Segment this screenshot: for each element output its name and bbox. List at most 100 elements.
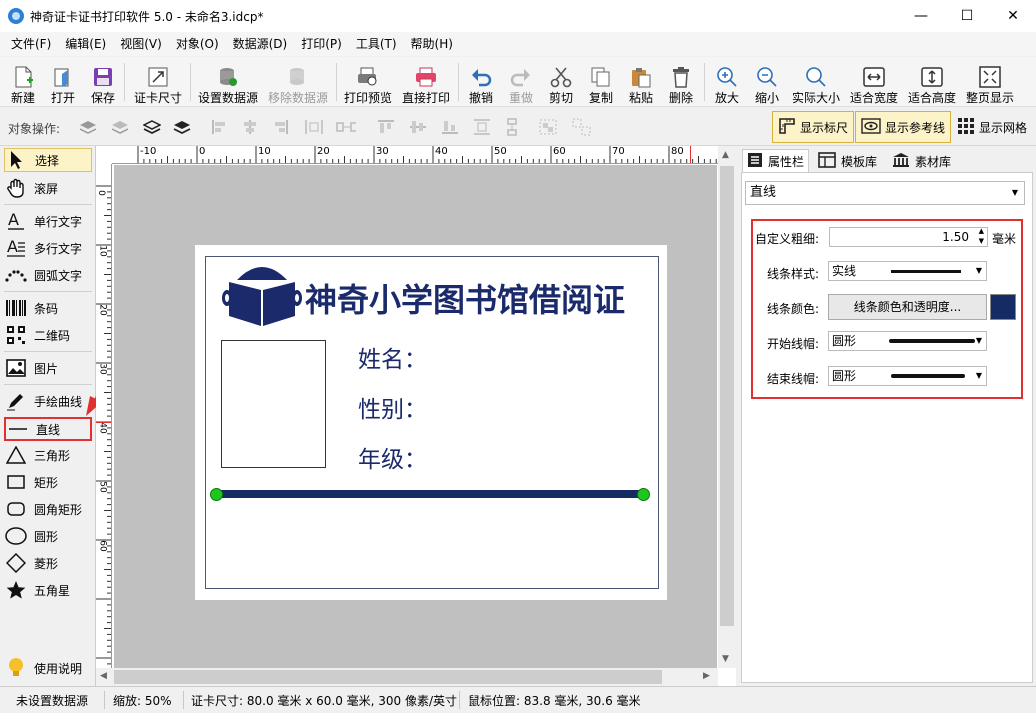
cut-button[interactable]: 剪切 — [546, 59, 576, 105]
layer-down-icon[interactable] — [142, 118, 162, 136]
line-style-select[interactable]: 实线 ▼ — [828, 261, 987, 281]
tool-arc-text[interactable]: 圆弧文字 — [4, 263, 92, 287]
fit-width-button[interactable]: 适合宽度 — [848, 59, 900, 105]
card-size-button[interactable]: 证卡尺寸 — [132, 59, 184, 105]
actual-size-button[interactable]: 实际大小 — [790, 59, 842, 105]
tab-properties[interactable]: 属性栏 — [742, 149, 810, 173]
tool-freehand[interactable]: 手绘曲线 — [4, 389, 92, 413]
align-middle-icon[interactable] — [408, 118, 428, 136]
tab-assets[interactable]: 素材库 — [888, 149, 955, 173]
tab-templates[interactable]: 模板库 — [814, 149, 881, 173]
tool-ellipse[interactable]: 圆形 — [4, 524, 92, 548]
tool-barcode[interactable]: 条码 — [4, 296, 92, 320]
scroll-left-icon[interactable]: ◀ — [100, 671, 107, 681]
tool-line[interactable]: 直线 — [4, 417, 92, 441]
object-selector[interactable]: 直线 ▼ — [745, 181, 1025, 205]
horizontal-scrollbar[interactable]: ◀ ▶ — [96, 668, 718, 686]
spinner-icon[interactable]: ▲ ▼ — [979, 226, 984, 246]
gender-field[interactable]: 性别： — [358, 390, 427, 424]
space-horizontal-icon[interactable] — [336, 118, 356, 136]
card-title[interactable]: 神奇小学图书馆借阅证 — [305, 275, 625, 321]
end-cap-select[interactable]: 圆形 ▼ — [828, 366, 987, 386]
open-button[interactable]: 打开 — [48, 59, 78, 105]
paste-button[interactable]: 粘贴 — [626, 59, 656, 105]
grade-field[interactable]: 年级： — [358, 440, 427, 474]
tool-qrcode[interactable]: 二维码 — [4, 323, 92, 347]
menu-edit[interactable]: 编辑(E) — [58, 32, 113, 56]
line-color-button[interactable]: 线条颜色和透明度... — [828, 294, 987, 320]
name-field[interactable]: 姓名： — [358, 340, 427, 374]
thickness-input[interactable]: 1.50 ▲ ▼ — [829, 227, 988, 247]
vertical-scrollbar[interactable]: ▲ ▼ — [718, 146, 736, 668]
remove-datasource-button[interactable]: 移除数据源 — [266, 59, 330, 105]
whole-page-button[interactable]: 整页显示 — [964, 59, 1016, 105]
tool-diamond[interactable]: 菱形 — [4, 551, 92, 575]
tool-image[interactable]: 图片 — [4, 356, 92, 380]
zoom-in-button[interactable]: 放大 — [712, 59, 742, 105]
menu-datasource[interactable]: 数据源(D) — [226, 32, 295, 56]
line-start-handle[interactable] — [210, 488, 223, 501]
show-ruler-toggle[interactable]: 显示标尺 — [772, 111, 855, 143]
menu-print[interactable]: 打印(P) — [294, 32, 349, 56]
zoom-out-button[interactable]: 缩小 — [752, 59, 782, 105]
tool-star[interactable]: 五角星 — [4, 578, 92, 602]
align-center-icon[interactable] — [240, 118, 260, 136]
direct-print-button[interactable]: 直接打印 — [400, 59, 452, 105]
line-end-handle[interactable] — [637, 488, 650, 501]
ruler-label: 80 — [671, 146, 684, 157]
scroll-right-icon[interactable]: ▶ — [703, 671, 710, 681]
tool-pan[interactable]: 滚屏 — [4, 176, 92, 200]
menu-tools[interactable]: 工具(T) — [349, 32, 404, 56]
menu-object[interactable]: 对象(O) — [169, 32, 226, 56]
set-datasource-button[interactable]: 设置数据源 — [196, 59, 260, 105]
close-button[interactable]: ✕ — [990, 0, 1036, 32]
menu-help[interactable]: 帮助(H) — [404, 32, 460, 56]
fit-height-button[interactable]: 适合高度 — [906, 59, 958, 105]
undo-button[interactable]: 撤销 — [466, 59, 496, 105]
align-bottom-icon[interactable] — [440, 118, 460, 136]
selected-line[interactable] — [216, 490, 644, 498]
copy-button[interactable]: 复制 — [586, 59, 616, 105]
photo-placeholder[interactable] — [221, 340, 326, 468]
ungroup-icon[interactable] — [572, 118, 592, 136]
vertical-scroll-thumb[interactable] — [720, 166, 734, 626]
space-vertical-icon[interactable] — [502, 118, 522, 136]
save-button[interactable]: 保存 — [88, 59, 118, 105]
tool-help[interactable]: 使用说明 — [4, 656, 92, 680]
menu-file[interactable]: 文件(F) — [4, 32, 58, 56]
scroll-up-icon[interactable]: ▲ — [722, 150, 729, 160]
redo-button[interactable]: 重做 — [506, 59, 536, 105]
horizontal-scroll-thumb[interactable] — [114, 670, 662, 684]
fit-width-icon — [863, 66, 885, 88]
show-grid-toggle[interactable]: 显示网格 — [952, 111, 1032, 143]
print-preview-button[interactable]: 打印预览 — [342, 59, 394, 105]
align-top-icon[interactable] — [376, 118, 396, 136]
layer-up-icon[interactable] — [110, 118, 130, 136]
minimize-button[interactable]: — — [898, 0, 944, 32]
align-right-icon[interactable] — [270, 118, 290, 136]
maximize-button[interactable]: ☐ — [944, 0, 990, 32]
menu-view[interactable]: 视图(V) — [113, 32, 169, 56]
tool-multi-text[interactable]: A 多行文字 — [4, 236, 92, 260]
show-guides-toggle[interactable]: 显示参考线 — [855, 111, 952, 143]
layer-bottom-icon[interactable] — [172, 118, 192, 136]
align-left-icon[interactable] — [210, 118, 230, 136]
layer-top-icon[interactable] — [78, 118, 98, 136]
title-bar: 神奇证卡证书打印软件 5.0 - 未命名3.idcp* — ☐ ✕ — [0, 0, 1036, 32]
tool-select[interactable]: 选择 — [4, 148, 92, 172]
distribute-vertical-icon[interactable] — [472, 118, 492, 136]
tool-triangle[interactable]: 三角形 — [4, 443, 92, 467]
ruler-label: 30 — [97, 363, 108, 375]
line-color-swatch[interactable] — [990, 294, 1016, 320]
distribute-horizontal-icon[interactable] — [304, 118, 324, 136]
open-book-logo-icon[interactable] — [221, 262, 303, 328]
tool-rounded-rectangle[interactable]: 圆角矩形 — [4, 497, 92, 521]
tool-rectangle[interactable]: 矩形 — [4, 470, 92, 494]
start-cap-select[interactable]: 圆形 ▼ — [828, 331, 987, 351]
ruler-label: 50 — [494, 146, 507, 157]
group-icon[interactable] — [538, 118, 558, 136]
new-button[interactable]: 新建 — [8, 59, 38, 105]
tool-single-text[interactable]: A 单行文字 — [4, 209, 92, 233]
delete-button[interactable]: 删除 — [666, 59, 696, 105]
scroll-down-icon[interactable]: ▼ — [722, 654, 729, 664]
